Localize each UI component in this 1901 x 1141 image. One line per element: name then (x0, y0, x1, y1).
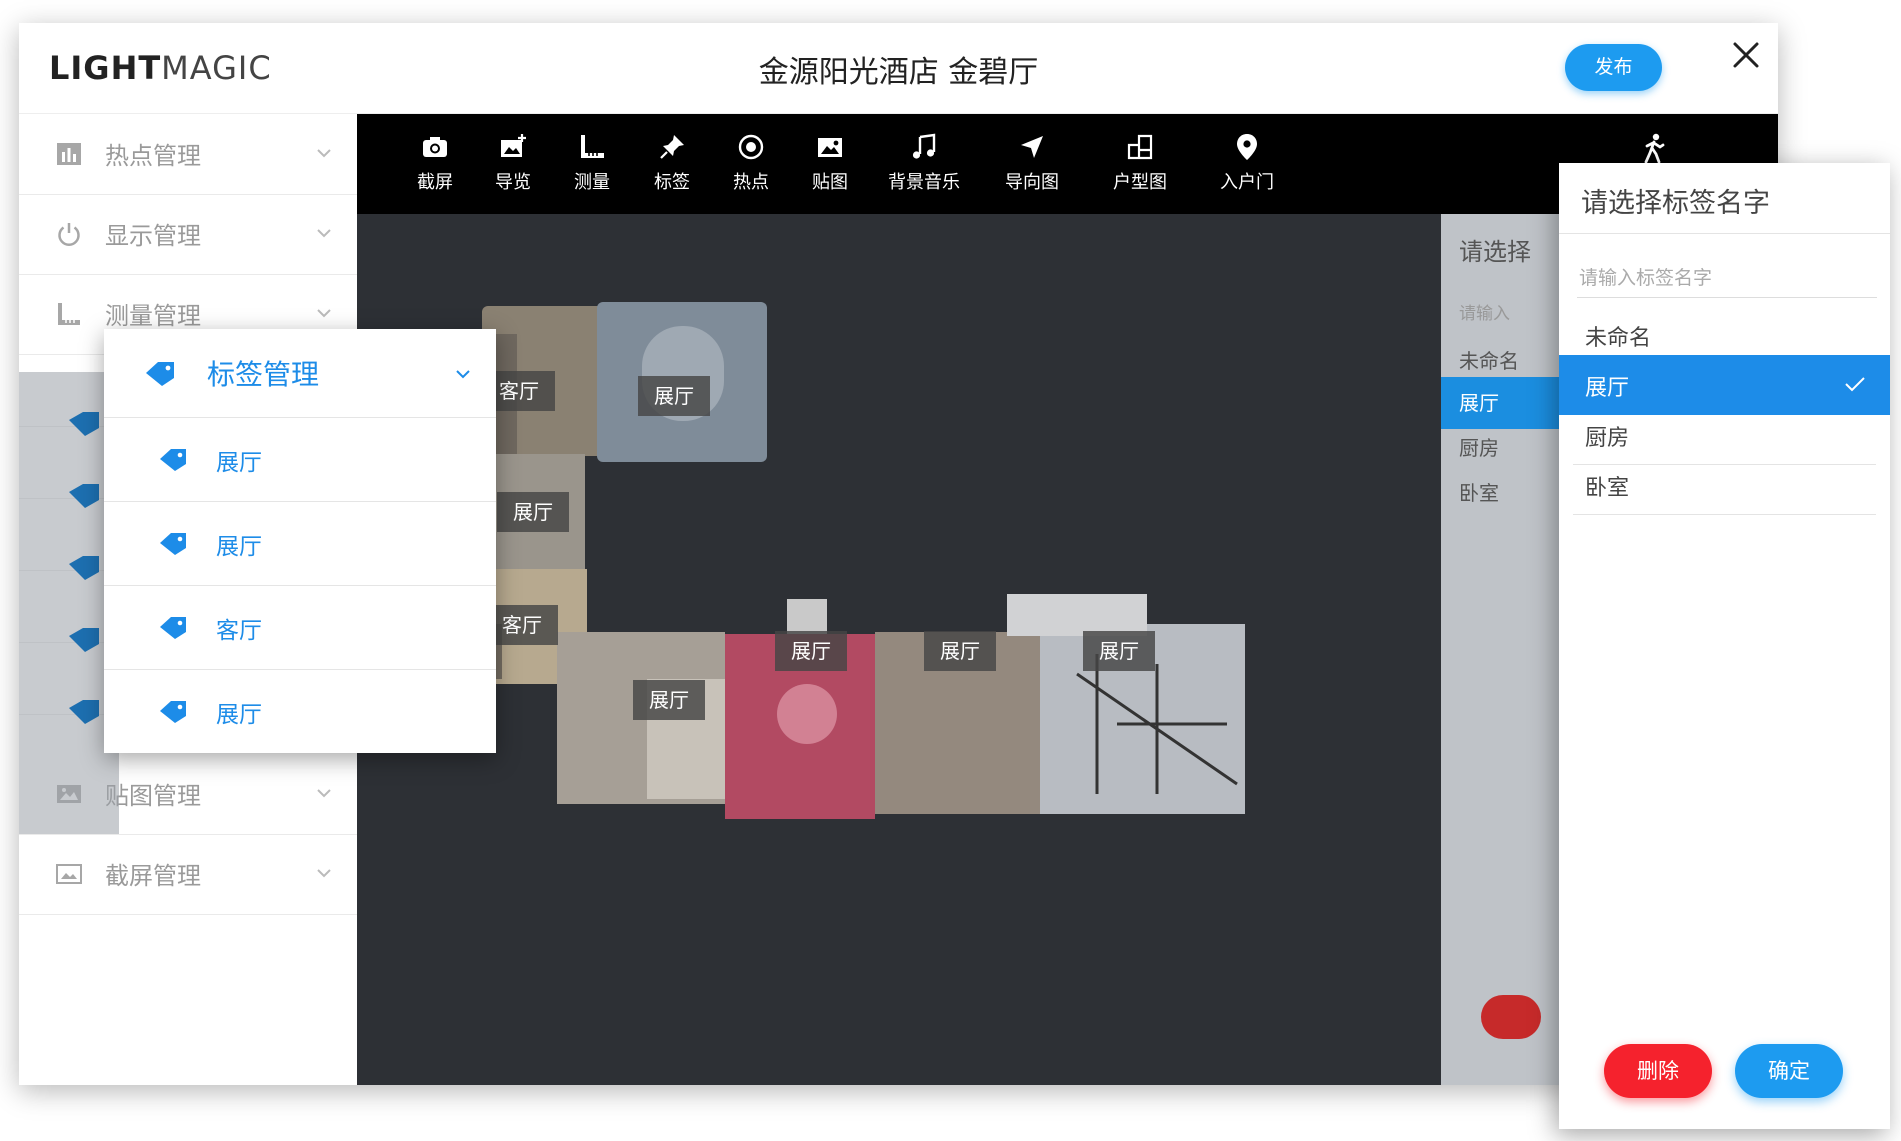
tool-screenshot[interactable]: 截屏 (405, 132, 465, 194)
divider (1559, 233, 1890, 234)
tool-label: 标签 (654, 172, 690, 193)
navigation-icon (1017, 132, 1047, 162)
model-tag[interactable]: 展厅 (924, 631, 996, 671)
power-icon (55, 220, 83, 248)
sidebar-item-screenshot[interactable]: 截屏管理 (19, 834, 357, 915)
tool-label: 背景音乐 (888, 172, 960, 193)
tool-label: 截屏 (417, 172, 453, 193)
header: LIGHTMAGIC 金源阳光酒店 金碧厅 发布 (19, 23, 1778, 114)
tool-tour[interactable]: 导览 (483, 132, 543, 194)
confirm-button[interactable]: 确定 (1735, 1044, 1843, 1098)
tag-management-panel: 标签管理 展厅 展厅 客厅 展厅 (104, 329, 496, 753)
tag-icon (158, 529, 188, 557)
chevron-down-icon (315, 864, 333, 882)
room-block (1007, 594, 1147, 636)
tour-icon (498, 132, 528, 162)
delete-button[interactable]: 删除 (1604, 1044, 1712, 1098)
tool-guide-map[interactable]: 导向图 (992, 132, 1072, 194)
tag-icon (144, 359, 176, 387)
tool-tag[interactable]: 标签 (642, 132, 702, 194)
option-label: 厨房 (1585, 426, 1630, 451)
tool-label: 测量 (574, 172, 610, 193)
sidebar-item-label: 显示管理 (105, 222, 201, 250)
walk-icon[interactable] (1637, 132, 1671, 166)
tag-icon (158, 613, 188, 641)
publish-button[interactable]: 发布 (1565, 44, 1662, 91)
tag-item-label: 展厅 (216, 702, 262, 728)
sidebar-item-display[interactable]: 显示管理 (19, 194, 357, 275)
tool-label: 户型图 (1113, 172, 1167, 193)
model-viewer[interactable]: 客厅 展厅 展厅 客厅 展厅 展厅 展厅 展厅 (357, 214, 1441, 1085)
model-tag[interactable]: 展厅 (497, 492, 569, 532)
model-tag[interactable]: 展厅 (1083, 631, 1155, 671)
chevron-down-icon (315, 144, 333, 162)
sidebar-item-hotspot[interactable]: 热点管理 (19, 114, 357, 195)
chevron-down-icon (315, 304, 333, 322)
tool-hotspot[interactable]: 热点 (721, 132, 781, 194)
camera-icon (420, 132, 450, 162)
tool-measure[interactable]: 测量 (562, 132, 622, 194)
tag-icon (158, 697, 188, 725)
pin-icon (657, 132, 687, 162)
checkmark-icon (1844, 375, 1866, 393)
chevron-down-icon (315, 224, 333, 242)
tag-management-header[interactable]: 标签管理 (104, 329, 496, 418)
delete-button-dimmed (1481, 995, 1541, 1039)
floorplan-icon (1125, 132, 1155, 162)
hotspot-icon (736, 132, 766, 162)
sidebar-item-label: 测量管理 (105, 302, 201, 330)
tag-item-label: 客厅 (216, 618, 262, 644)
music-icon (909, 132, 939, 162)
sidebar-item-label: 热点管理 (105, 142, 201, 170)
ruler-icon (577, 132, 607, 162)
room-block (777, 684, 837, 744)
tag-name-input[interactable] (1577, 259, 1877, 298)
tag-item-label: 展厅 (216, 534, 262, 560)
tag-list-item[interactable]: 展厅 (104, 417, 496, 502)
tag-icon (158, 445, 188, 473)
location-icon (1232, 132, 1262, 162)
tool-label: 导向图 (1005, 172, 1059, 193)
room-block (787, 599, 827, 634)
tool-label: 贴图 (812, 172, 848, 193)
picture-icon (55, 860, 83, 888)
panel-title: 请选择标签名字 (1581, 188, 1770, 219)
model-tag[interactable]: 展厅 (638, 376, 710, 416)
tool-bgm[interactable]: 背景音乐 (874, 132, 974, 194)
chevron-down-icon (454, 365, 472, 383)
tool-entrance[interactable]: 入户门 (1207, 132, 1287, 194)
option-label: 展厅 (1585, 376, 1630, 401)
tag-list-item[interactable]: 客厅 (104, 585, 496, 670)
tag-management-title: 标签管理 (207, 358, 320, 391)
tool-label: 热点 (733, 172, 769, 193)
sticker-icon (815, 132, 845, 162)
option-label: 未命名 (1585, 326, 1652, 351)
tool-floorplan[interactable]: 户型图 (1100, 132, 1180, 194)
sidebar-item-label: 截屏管理 (105, 862, 201, 890)
tag-name-selector-panel: 请选择标签名字 未命名 展厅 厨房 卧室 删除 确定 (1559, 163, 1890, 1129)
divider (1573, 514, 1876, 515)
option-label: 卧室 (1585, 476, 1630, 501)
tool-label: 导览 (495, 172, 531, 193)
tool-label: 入户门 (1220, 172, 1274, 193)
panel-title: 请选择 (1459, 238, 1531, 266)
model-tag[interactable]: 展厅 (775, 631, 847, 671)
ruler-icon (55, 300, 83, 328)
chevron-down-icon (315, 784, 333, 802)
tool-sticker[interactable]: 贴图 (800, 132, 860, 194)
model-tag[interactable]: 展厅 (633, 680, 705, 720)
tag-list-item[interactable]: 展厅 (104, 669, 496, 753)
close-icon[interactable] (1726, 35, 1766, 75)
tag-list-item[interactable]: 展厅 (104, 501, 496, 586)
panel-input-hint: 请输入 (1459, 304, 1510, 324)
bar-chart-icon (55, 140, 83, 168)
page-title: 金源阳光酒店 金碧厅 (758, 55, 1039, 90)
tag-item-label: 展厅 (216, 450, 262, 476)
option-bedroom[interactable]: 卧室 (1559, 455, 1890, 515)
model-tag[interactable]: 客厅 (486, 605, 558, 645)
